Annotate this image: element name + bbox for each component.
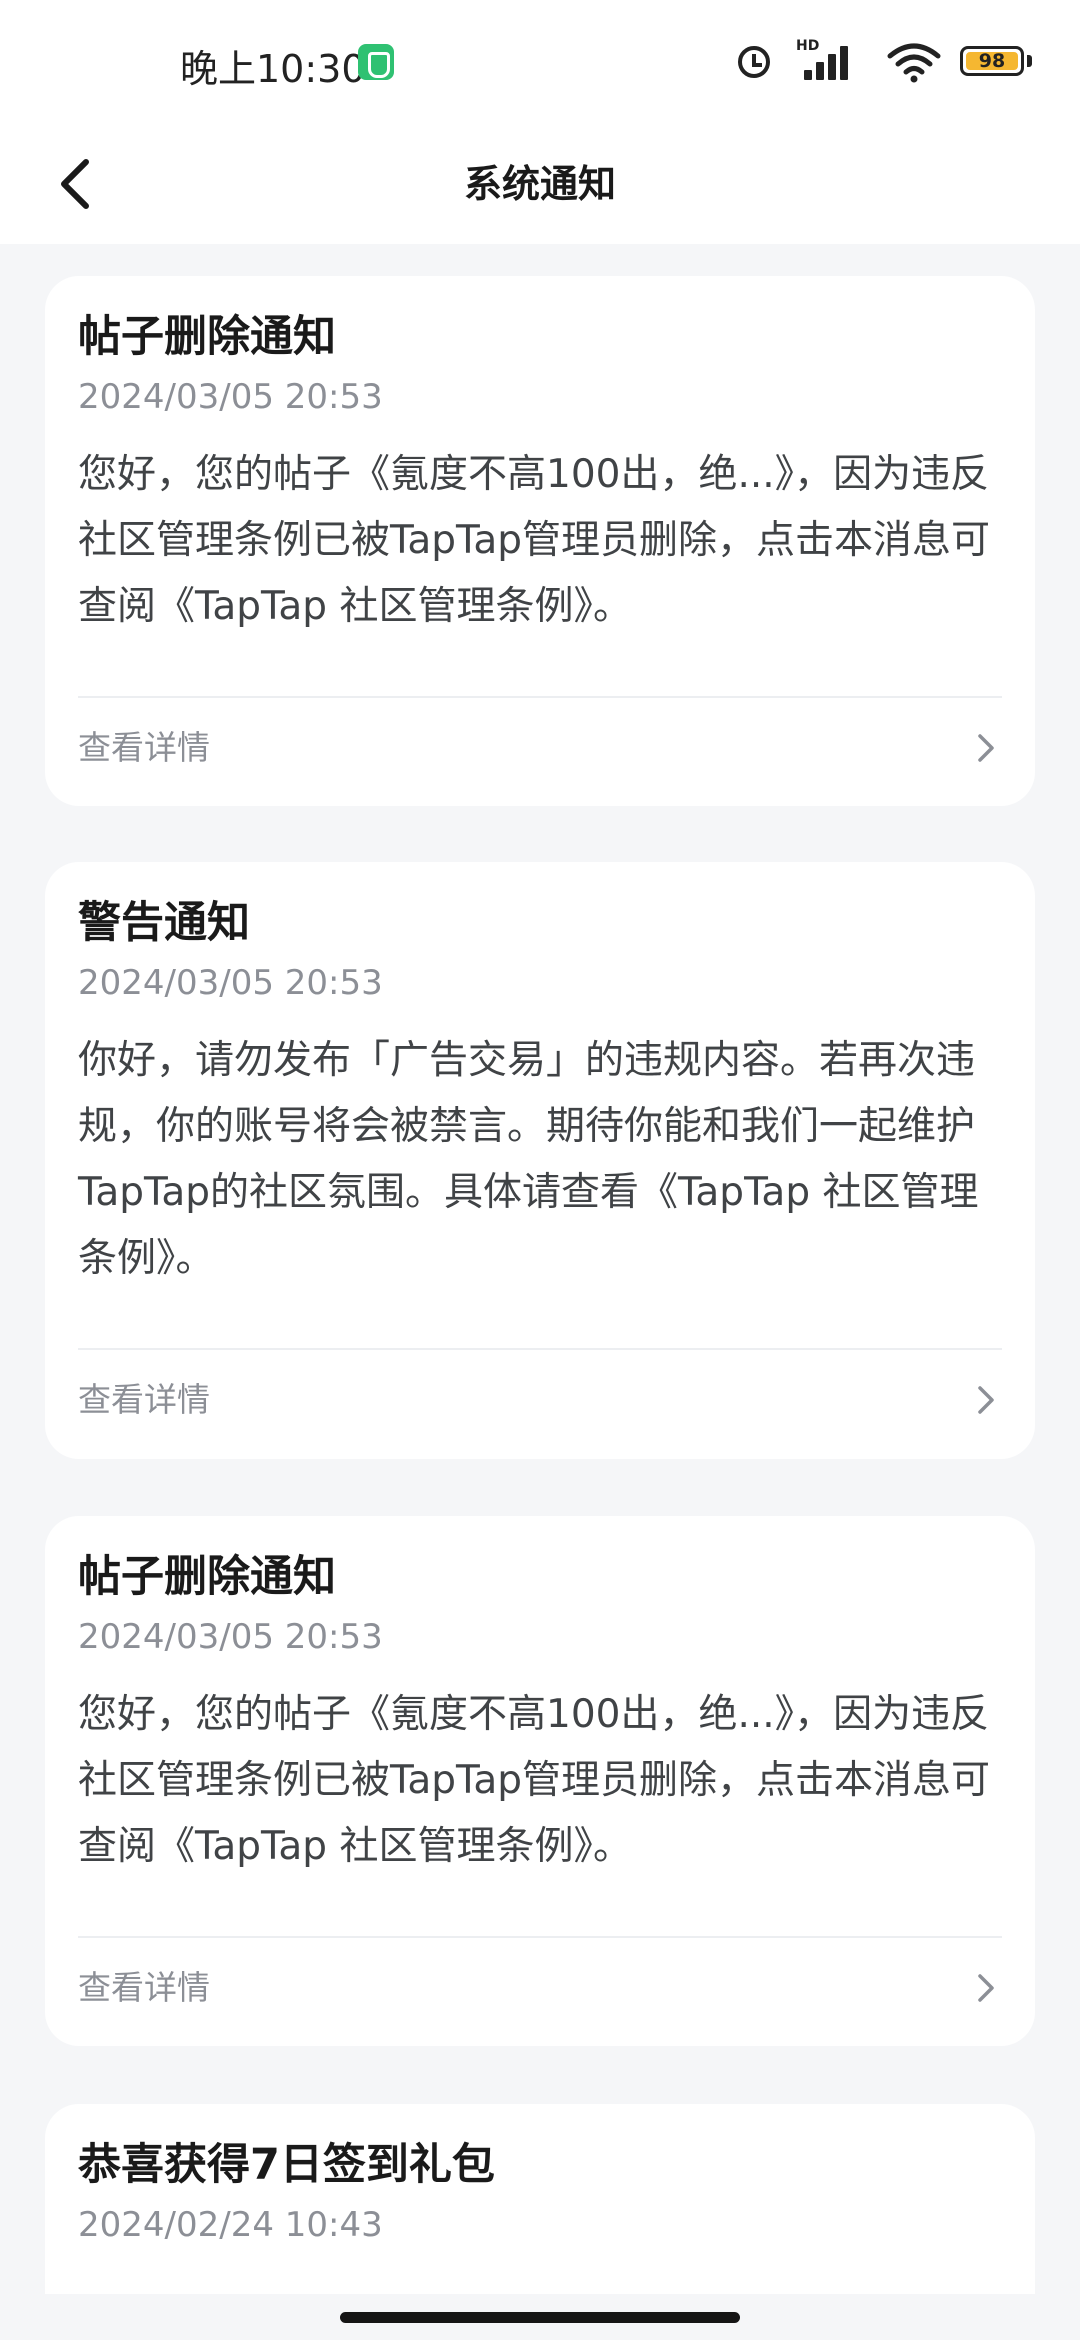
- notification-body: 您好，您的帖子《氪度不高100出，绝...》，因为违反社区管理条例已被TapTa…: [78, 1692, 991, 1869]
- divider: [78, 1936, 1002, 1938]
- notification-time: 2024/03/05 20:53: [78, 377, 383, 417]
- view-details-row[interactable]: 查看详情: [78, 1948, 1002, 2028]
- notification-title: 帖子删除通知: [78, 312, 336, 362]
- notification-time: 2024/03/05 20:53: [78, 1617, 383, 1657]
- divider: [78, 696, 1002, 698]
- notification-title: 警告通知: [78, 898, 250, 948]
- status-time: 晚上10:30: [180, 47, 366, 91]
- shield-icon: [358, 44, 394, 80]
- chevron-right-icon: [974, 1382, 998, 1418]
- signal-icon: HD: [796, 38, 856, 84]
- nav-bar: 系统通知: [0, 122, 1080, 244]
- notification-title: 帖子删除通知: [78, 1552, 336, 1602]
- page-title: 系统通知: [463, 162, 616, 206]
- battery-level: 98: [966, 52, 1018, 71]
- notification-card[interactable]: 警告通知 2024/03/05 20:53 你好，请勿发布「广告交易」的违规内容…: [45, 862, 1035, 1459]
- notification-time: 2024/02/24 10:43: [78, 2205, 383, 2245]
- status-bar: 晚上10:30 HD 98: [0, 0, 1080, 122]
- view-details-link[interactable]: 查看详情: [78, 708, 210, 788]
- notification-body: 您好，您的帖子《氪度不高100出，绝...》，因为违反社区管理条例已被TapTa…: [78, 452, 991, 629]
- notification-title: 恭喜获得7日签到礼包: [78, 2140, 495, 2190]
- network-badge: HD: [796, 38, 820, 54]
- notification-card[interactable]: 恭喜获得7日签到礼包 2024/02/24 10:43: [45, 2104, 1035, 2294]
- alarm-icon: [734, 40, 774, 80]
- wifi-icon: [886, 40, 942, 84]
- notification-list[interactable]: 帖子删除通知 2024/03/05 20:53 您好，您的帖子《氪度不高100出…: [0, 244, 1080, 2294]
- home-indicator[interactable]: [340, 2312, 740, 2323]
- notification-card[interactable]: 帖子删除通知 2024/03/05 20:53 您好，您的帖子《氪度不高100出…: [45, 276, 1035, 806]
- view-details-link[interactable]: 查看详情: [78, 1360, 210, 1440]
- view-details-row[interactable]: 查看详情: [78, 1360, 1002, 1440]
- view-details-link[interactable]: 查看详情: [78, 1948, 210, 2028]
- notification-time: 2024/03/05 20:53: [78, 963, 383, 1003]
- view-details-row[interactable]: 查看详情: [78, 708, 1002, 788]
- notification-body: 你好，请勿发布「广告交易」的违规内容。若再次违规，你的账号将会被禁言。期待你能和…: [78, 1038, 979, 1281]
- chevron-right-icon: [974, 730, 998, 766]
- chevron-right-icon: [974, 1970, 998, 2006]
- battery-icon: 98: [960, 40, 1032, 80]
- notification-card[interactable]: 帖子删除通知 2024/03/05 20:53 您好，您的帖子《氪度不高100出…: [45, 1516, 1035, 2046]
- divider: [78, 1348, 1002, 1350]
